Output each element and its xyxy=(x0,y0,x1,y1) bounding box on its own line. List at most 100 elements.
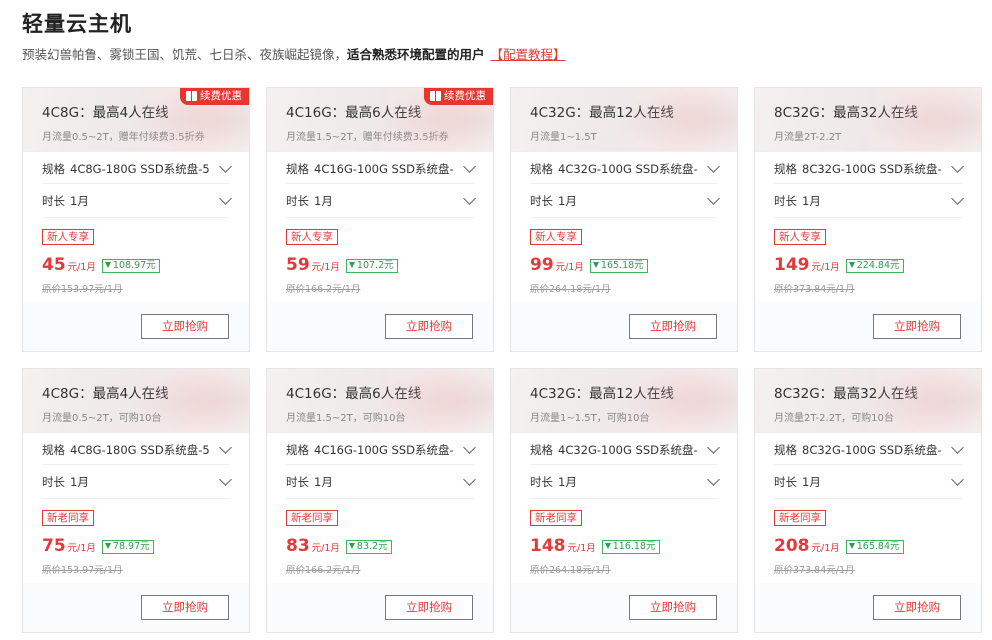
buy-now-button[interactable]: 立即抢购 xyxy=(141,595,229,620)
spec-label: 规格 xyxy=(286,443,309,457)
original-price: 原价373.84元/1月 xyxy=(774,284,855,295)
card-title: 4C32G：最高12人在线 xyxy=(530,105,674,121)
chevron-down-icon xyxy=(463,192,476,205)
card-note: 月流量1.5~2T，可购10台 xyxy=(286,413,406,424)
chevron-down-icon xyxy=(951,160,964,173)
gift-icon xyxy=(186,91,197,101)
duration-value: 1月 xyxy=(314,475,333,489)
offer-tag: 新人专享 xyxy=(42,229,94,245)
spec-select[interactable]: 规格 4C16G-100G SSD系统盘-5M带宽 xyxy=(286,152,476,184)
price-line: 75 元/1月 78.97元 xyxy=(42,536,154,558)
duration-label: 时长 xyxy=(774,475,797,489)
spec-label: 规格 xyxy=(774,162,797,176)
chevron-down-icon xyxy=(951,441,964,454)
savings-badge: 116.18元 xyxy=(601,540,660,554)
savings-badge: 108.97元 xyxy=(101,259,160,273)
spec-select[interactable]: 规格 4C16G-100G SSD系统盘-5M带宽 xyxy=(286,433,476,465)
duration-select[interactable]: 时长 1月 xyxy=(286,184,476,216)
card-note: 月流量1.5~2T，赠年付续费3.5折券 xyxy=(286,132,449,143)
offer-tag: 新老同享 xyxy=(286,510,338,526)
card-body: 规格 4C32G-100G SSD系统盘-8M带宽 时长 1月 新人专享 99元/1… xyxy=(511,152,737,302)
buy-now-button[interactable]: 立即抢购 xyxy=(873,595,961,620)
price-unit: 元/1月 xyxy=(67,543,96,554)
card-note: 月流量0.5~2T，可购10台 xyxy=(42,413,162,424)
spec-select[interactable]: 规格 4C32G-100G SSD系统盘-8M带宽 xyxy=(530,433,720,465)
card-body: 规格 4C16G-100G SSD系统盘-5M带宽 时长 1月 新人专享 59元/1… xyxy=(267,152,493,302)
duration-label: 时长 xyxy=(286,194,309,208)
card-note: 月流量1~1.5T，可购10台 xyxy=(530,413,650,424)
buy-now-button[interactable]: 立即抢购 xyxy=(629,314,717,339)
price: 45 xyxy=(42,255,66,275)
spec-value: 8C32G-100G SSD系统盘-10M带宽 xyxy=(802,443,942,457)
card-title: 4C8G：最高4人在线 xyxy=(42,105,169,121)
duration-select[interactable]: 时长 1月 xyxy=(42,184,232,216)
price-unit: 元/1月 xyxy=(311,262,340,273)
spec-label: 规格 xyxy=(530,162,553,176)
price: 148 xyxy=(530,536,566,556)
original-price: 原价166.2元/1月 xyxy=(286,284,361,295)
buy-now-button[interactable]: 立即抢购 xyxy=(629,595,717,620)
product-card: 4C8G：最高4人在线 月流量0.5~2T，可购10台 规格 4C8G-180G … xyxy=(22,368,250,633)
duration-value: 1月 xyxy=(70,475,89,489)
savings-badge: 165.18元 xyxy=(589,259,648,273)
duration-value: 1月 xyxy=(70,194,89,208)
gift-icon xyxy=(430,91,441,101)
original-price: 原价166.2元/1月 xyxy=(286,565,361,576)
chevron-down-icon xyxy=(219,441,232,454)
duration-label: 时长 xyxy=(530,475,553,489)
chevron-down-icon xyxy=(463,441,476,454)
spec-select[interactable]: 规格 8C32G-100G SSD系统盘-10M带宽 xyxy=(774,152,964,184)
card-title: 4C32G：最高12人在线 xyxy=(530,386,674,402)
spec-value: 4C32G-100G SSD系统盘-8M带宽 xyxy=(558,162,698,176)
spec-label: 规格 xyxy=(42,443,65,457)
offer-tag: 新人专享 xyxy=(286,229,338,245)
price: 59 xyxy=(286,255,310,275)
savings-badge: 83.2元 xyxy=(345,540,392,554)
renewal-badge: 续费优惠 xyxy=(424,88,493,105)
card-note: 月流量2T-2.2T xyxy=(774,132,842,143)
duration-label: 时长 xyxy=(42,194,65,208)
price: 208 xyxy=(774,536,810,556)
offer-tag: 新老同享 xyxy=(42,510,94,526)
spec-value: 4C16G-100G SSD系统盘-5M带宽 xyxy=(314,162,454,176)
spec-label: 规格 xyxy=(774,443,797,457)
duration-label: 时长 xyxy=(530,194,553,208)
product-card: 8C32G：最高32人在线 月流量2T-2.2T，可购10台 规格 8C32G-1… xyxy=(754,368,982,633)
card-note: 月流量2T-2.2T，可购10台 xyxy=(774,413,894,424)
duration-value: 1月 xyxy=(558,194,577,208)
chevron-down-icon xyxy=(707,192,720,205)
duration-value: 1月 xyxy=(558,475,577,489)
price-line: 45 元/1月 108.97元 xyxy=(42,255,160,277)
config-tutorial-link[interactable]: 【配置教程】 xyxy=(491,47,566,62)
buy-now-button[interactable]: 立即抢购 xyxy=(385,314,473,339)
price-unit: 元/1月 xyxy=(555,262,584,273)
spec-value: 4C8G-180G SSD系统盘-5M带宽 xyxy=(70,443,210,457)
price-unit: 元/1月 xyxy=(811,262,840,273)
duration-select[interactable]: 时长 1月 xyxy=(774,184,964,216)
duration-select[interactable]: 时长 1月 xyxy=(42,465,232,497)
duration-label: 时长 xyxy=(42,475,65,489)
spec-select[interactable]: 规格 4C32G-100G SSD系统盘-8M带宽 xyxy=(530,152,720,184)
buy-now-button[interactable]: 立即抢购 xyxy=(873,314,961,339)
spec-value: 8C32G-100G SSD系统盘-10M带宽 xyxy=(802,162,942,176)
down-arrow-icon xyxy=(848,262,855,268)
card-header: 8C32G：最高32人在线 月流量2T-2.2T，可购10台 xyxy=(755,369,981,433)
spec-select[interactable]: 规格 4C8G-180G SSD系统盘-5M带宽 xyxy=(42,433,232,465)
card-header: 4C8G：最高4人在线 月流量0.5~2T，可购10台 xyxy=(23,369,249,433)
buy-now-button[interactable]: 立即抢购 xyxy=(141,314,229,339)
original-price: 原价373.84元/1月 xyxy=(774,565,855,576)
subtitle-text: 预装幻兽帕鲁、雾锁王国、饥荒、七日杀、夜族崛起镜像， xyxy=(22,47,348,62)
duration-select[interactable]: 时长 1月 xyxy=(530,184,720,216)
buy-now-button[interactable]: 立即抢购 xyxy=(385,595,473,620)
duration-select[interactable]: 时长 1月 xyxy=(774,465,964,497)
price-line: 59 元/1月 107.2元 xyxy=(286,255,398,277)
duration-label: 时长 xyxy=(774,194,797,208)
card-note: 月流量1~1.5T xyxy=(530,132,597,143)
card-body: 规格 8C32G-100G SSD系统盘-10M带宽 时长 1月 新老同享 208元… xyxy=(755,433,981,583)
chevron-down-icon xyxy=(707,160,720,173)
spec-select[interactable]: 规格 8C32G-100G SSD系统盘-10M带宽 xyxy=(774,433,964,465)
spec-label: 规格 xyxy=(530,443,553,457)
spec-select[interactable]: 规格 4C8G-180G SSD系统盘-5M带宽 xyxy=(42,152,232,184)
duration-select[interactable]: 时长 1月 xyxy=(530,465,720,497)
duration-select[interactable]: 时长 1月 xyxy=(286,465,476,497)
